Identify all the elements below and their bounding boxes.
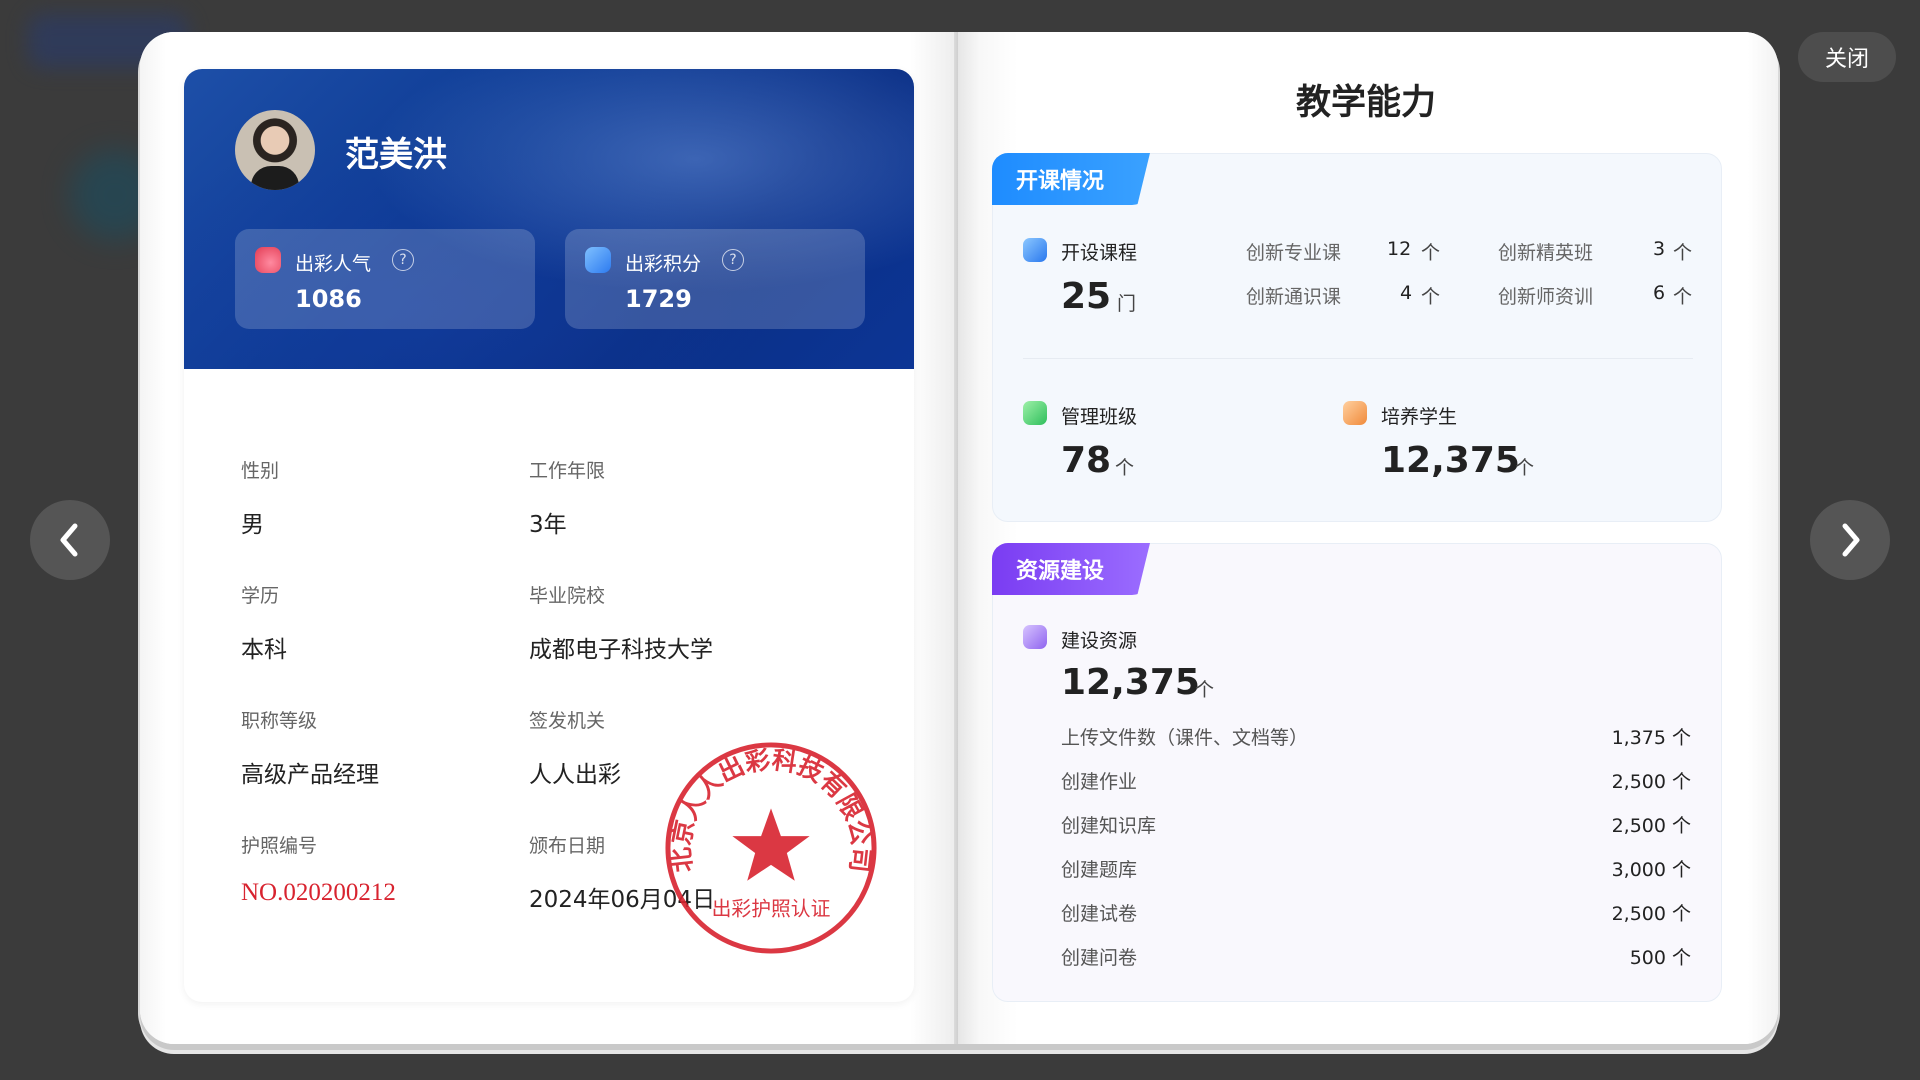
popularity-stat: 出彩人气 ? 1086: [235, 229, 535, 329]
resource-item-value: 2,500 个: [1611, 815, 1691, 837]
resource-item-label: 创建问卷: [1061, 947, 1138, 969]
gender-label: 性别: [241, 460, 280, 482]
seal-sub-text: 出彩护照认证: [712, 897, 831, 920]
chevron-left-icon: [60, 523, 78, 557]
passport-no-value: NO.020200212: [241, 879, 396, 906]
students-value: 12,375: [1381, 440, 1520, 481]
resource-total-label: 建设资源: [1061, 630, 1138, 652]
help-icon[interactable]: ?: [722, 249, 744, 271]
classes-value: 78: [1061, 440, 1112, 481]
work-years-value: 3年: [529, 512, 567, 538]
resource-item-label: 创建题库: [1061, 859, 1138, 881]
issuer-label: 签发机关: [529, 710, 606, 732]
open-course-label: 开设课程: [1061, 242, 1138, 264]
resource-item-label: 创建作业: [1061, 771, 1138, 793]
right-page: 教学能力 开课情况 开设课程 25 门 创新专业课 12 个 创新精英班 3 个…: [958, 32, 1778, 1044]
breakdown-unit: 个: [1673, 242, 1693, 264]
breakdown-label: 创新专业课: [1246, 242, 1342, 264]
work-years-label: 工作年限: [529, 460, 606, 482]
course-icon: [1023, 238, 1047, 262]
resource-item-label: 创建知识库: [1061, 815, 1157, 837]
passport-no-label: 护照编号: [241, 835, 318, 857]
points-value: 1729: [625, 285, 692, 313]
passport-book: 范美洪 出彩人气 ? 1086 出彩积分 ? 1729 性别 男 工作年限 3年…: [140, 32, 1778, 1044]
next-page-button[interactable]: [1810, 500, 1890, 580]
breakdown-value: 4: [1400, 282, 1413, 304]
help-icon[interactable]: ?: [392, 249, 414, 271]
resource-item-value: 500 个: [1629, 947, 1691, 969]
gender-value: 男: [241, 512, 264, 538]
fire-icon: [255, 247, 281, 273]
resource-item-value: 2,500 个: [1611, 771, 1691, 793]
classes-unit: 个: [1115, 457, 1135, 479]
breakdown-label: 创新精英班: [1498, 242, 1594, 264]
resource-panel: 资源建设 建设资源 12,375 个 上传文件数（课件、文档等） 1,375 个…: [992, 543, 1722, 1002]
school-label: 毕业院校: [529, 585, 606, 607]
close-button[interactable]: 关闭: [1798, 32, 1896, 82]
resource-icon: [1023, 625, 1047, 649]
course-tag: 开课情况: [992, 153, 1150, 205]
breakdown-unit: 个: [1673, 286, 1693, 308]
students-label: 培养学生: [1381, 406, 1458, 428]
resource-item-label: 创建试卷: [1061, 903, 1138, 925]
avatar: [235, 110, 315, 190]
left-page: 范美洪 出彩人气 ? 1086 出彩积分 ? 1729 性别 男 工作年限 3年…: [140, 32, 958, 1044]
previous-page-button[interactable]: [30, 500, 110, 580]
title-level-value: 高级产品经理: [241, 762, 379, 788]
breakdown-label: 创新通识课: [1246, 286, 1342, 308]
student-icon: [1343, 401, 1367, 425]
classes-label: 管理班级: [1061, 406, 1138, 428]
points-stat: 出彩积分 ? 1729: [565, 229, 865, 329]
resource-tag: 资源建设: [992, 543, 1150, 595]
breakdown-unit: 个: [1421, 286, 1441, 308]
students-unit: 个: [1515, 457, 1535, 479]
chevron-right-icon: [1842, 523, 1860, 557]
resource-total-value: 12,375: [1061, 662, 1200, 703]
divider: [1023, 358, 1693, 359]
breakdown-label: 创新师资训: [1498, 286, 1594, 308]
open-course-unit: 门: [1117, 293, 1137, 315]
issuer-value: 人人出彩: [529, 762, 621, 788]
title-level-label: 职称等级: [241, 710, 318, 732]
resource-item-value: 3,000 个: [1611, 859, 1691, 881]
resource-item-value: 2,500 个: [1611, 903, 1691, 925]
course-panel: 开课情况 开设课程 25 门 创新专业课 12 个 创新精英班 3 个 创新通识…: [992, 153, 1722, 522]
popularity-value: 1086: [295, 285, 362, 313]
user-name: 范美洪: [345, 135, 447, 175]
open-course-value: 25: [1061, 276, 1112, 317]
issue-date-label: 颁布日期: [529, 835, 606, 857]
profile-card: 范美洪 出彩人气 ? 1086 出彩积分 ? 1729 性别 男 工作年限 3年…: [184, 69, 914, 1002]
breakdown-value: 3: [1653, 238, 1666, 260]
resource-item-value: 1,375 个: [1611, 727, 1691, 749]
section-title: 教学能力: [1295, 83, 1436, 123]
points-label: 出彩积分: [625, 253, 702, 275]
education-value: 本科: [241, 637, 287, 663]
breakdown-value: 6: [1653, 282, 1666, 304]
resource-item-label: 上传文件数（课件、文档等）: [1061, 727, 1309, 749]
popularity-label: 出彩人气: [295, 253, 372, 275]
official-seal: 北京人人出彩科技有限公司 出彩护照认证: [665, 742, 877, 954]
education-label: 学历: [241, 585, 280, 607]
class-icon: [1023, 401, 1047, 425]
resource-total-unit: 个: [1195, 679, 1215, 701]
school-value: 成都电子科技大学: [529, 637, 713, 663]
cube-icon: [585, 247, 611, 273]
breakdown-unit: 个: [1421, 242, 1441, 264]
breakdown-value: 12: [1387, 238, 1412, 260]
star-icon: [732, 808, 810, 881]
profile-header: 范美洪 出彩人气 ? 1086 出彩积分 ? 1729: [184, 69, 914, 369]
